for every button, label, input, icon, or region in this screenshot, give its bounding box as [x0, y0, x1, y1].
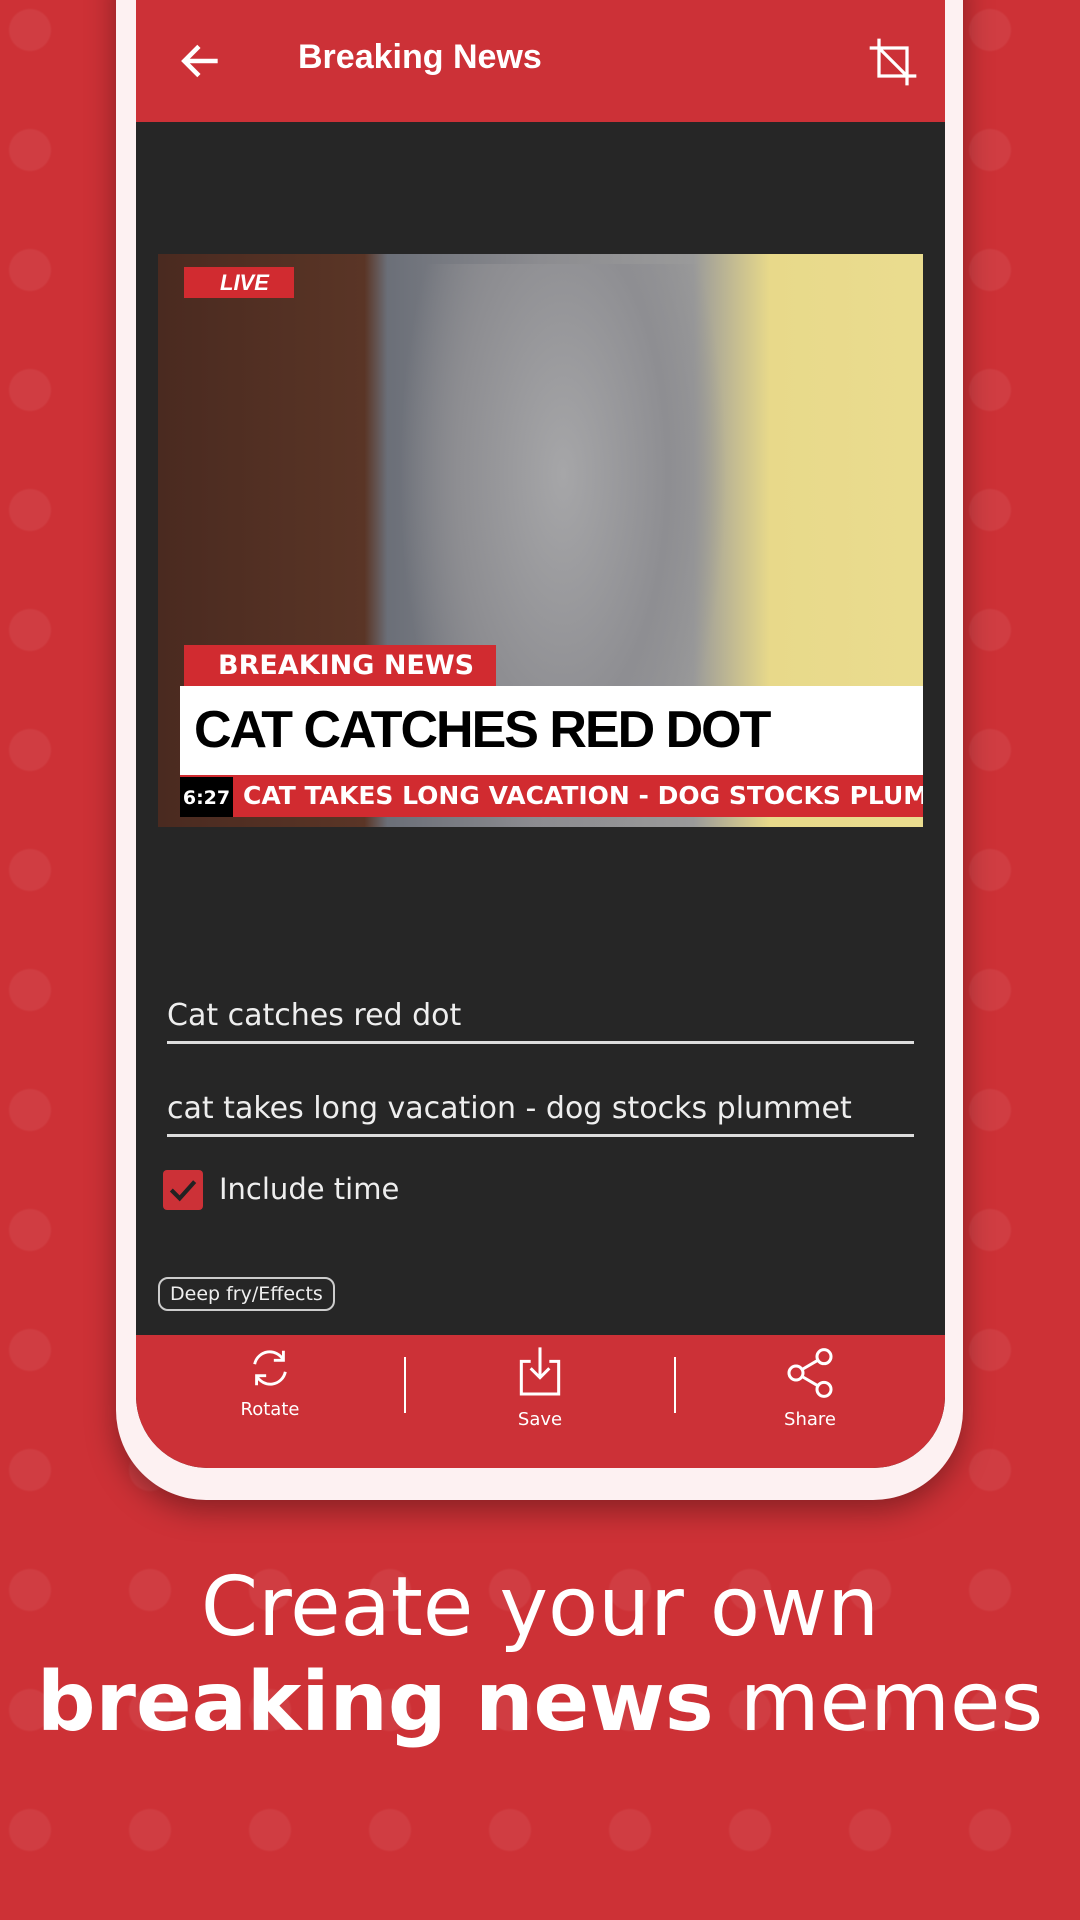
app-screen: Breaking News LIVE BREAKING NEWS CAT CAT… [136, 0, 945, 1468]
live-badge: LIVE [184, 267, 294, 298]
share-label: Share [784, 1409, 836, 1430]
page-title: Breaking News [298, 38, 542, 76]
rotate-button[interactable]: Rotate [200, 1345, 340, 1420]
headline-input[interactable]: Cat catches red dot [167, 998, 914, 1044]
caption-line-1: Create your own [200, 1560, 880, 1655]
rotate-icon [253, 1350, 287, 1386]
caption-bold: breaking news [36, 1655, 714, 1750]
caption-rest: memes [713, 1655, 1044, 1750]
app-bar: Breaking News [136, 0, 945, 122]
rotate-label: Rotate [240, 1399, 300, 1420]
save-label: Save [517, 1409, 563, 1430]
divider [674, 1357, 676, 1413]
ticker-input[interactable]: cat takes long vacation - dog stocks plu… [167, 1091, 914, 1137]
save-button[interactable]: Save [470, 1345, 610, 1430]
ticker-band: 6:27 CAT TAKES LONG VACATION - DOG STOCKS… [180, 775, 923, 817]
divider [404, 1357, 406, 1413]
crop-icon[interactable] [865, 34, 921, 90]
breaking-news-tag: BREAKING NEWS [184, 645, 496, 686]
check-icon [169, 1180, 197, 1202]
share-button[interactable]: Share [740, 1345, 880, 1430]
bottom-bar: Rotate Save Share [136, 1335, 945, 1468]
arrow-left-icon[interactable] [176, 36, 226, 86]
share-icon [787, 1348, 833, 1398]
ticker-input-text: cat takes long vacation - dog stocks plu… [167, 1091, 852, 1126]
effects-button[interactable]: Deep fry/Effects [158, 1277, 335, 1311]
meme-preview: LIVE BREAKING NEWS CAT CATCHES RED DOT 6… [158, 254, 923, 827]
caption-line-2: breaking news memes [0, 1655, 1080, 1750]
include-time-label: Include time [219, 1172, 400, 1206]
headline-band: CAT CATCHES RED DOT [180, 686, 923, 775]
time-badge: 6:27 [180, 777, 233, 817]
ticker-text: CAT TAKES LONG VACATION - DOG STOCKS PLU… [243, 781, 923, 810]
include-time-checkbox[interactable] [163, 1170, 203, 1210]
download-icon [519, 1347, 561, 1396]
